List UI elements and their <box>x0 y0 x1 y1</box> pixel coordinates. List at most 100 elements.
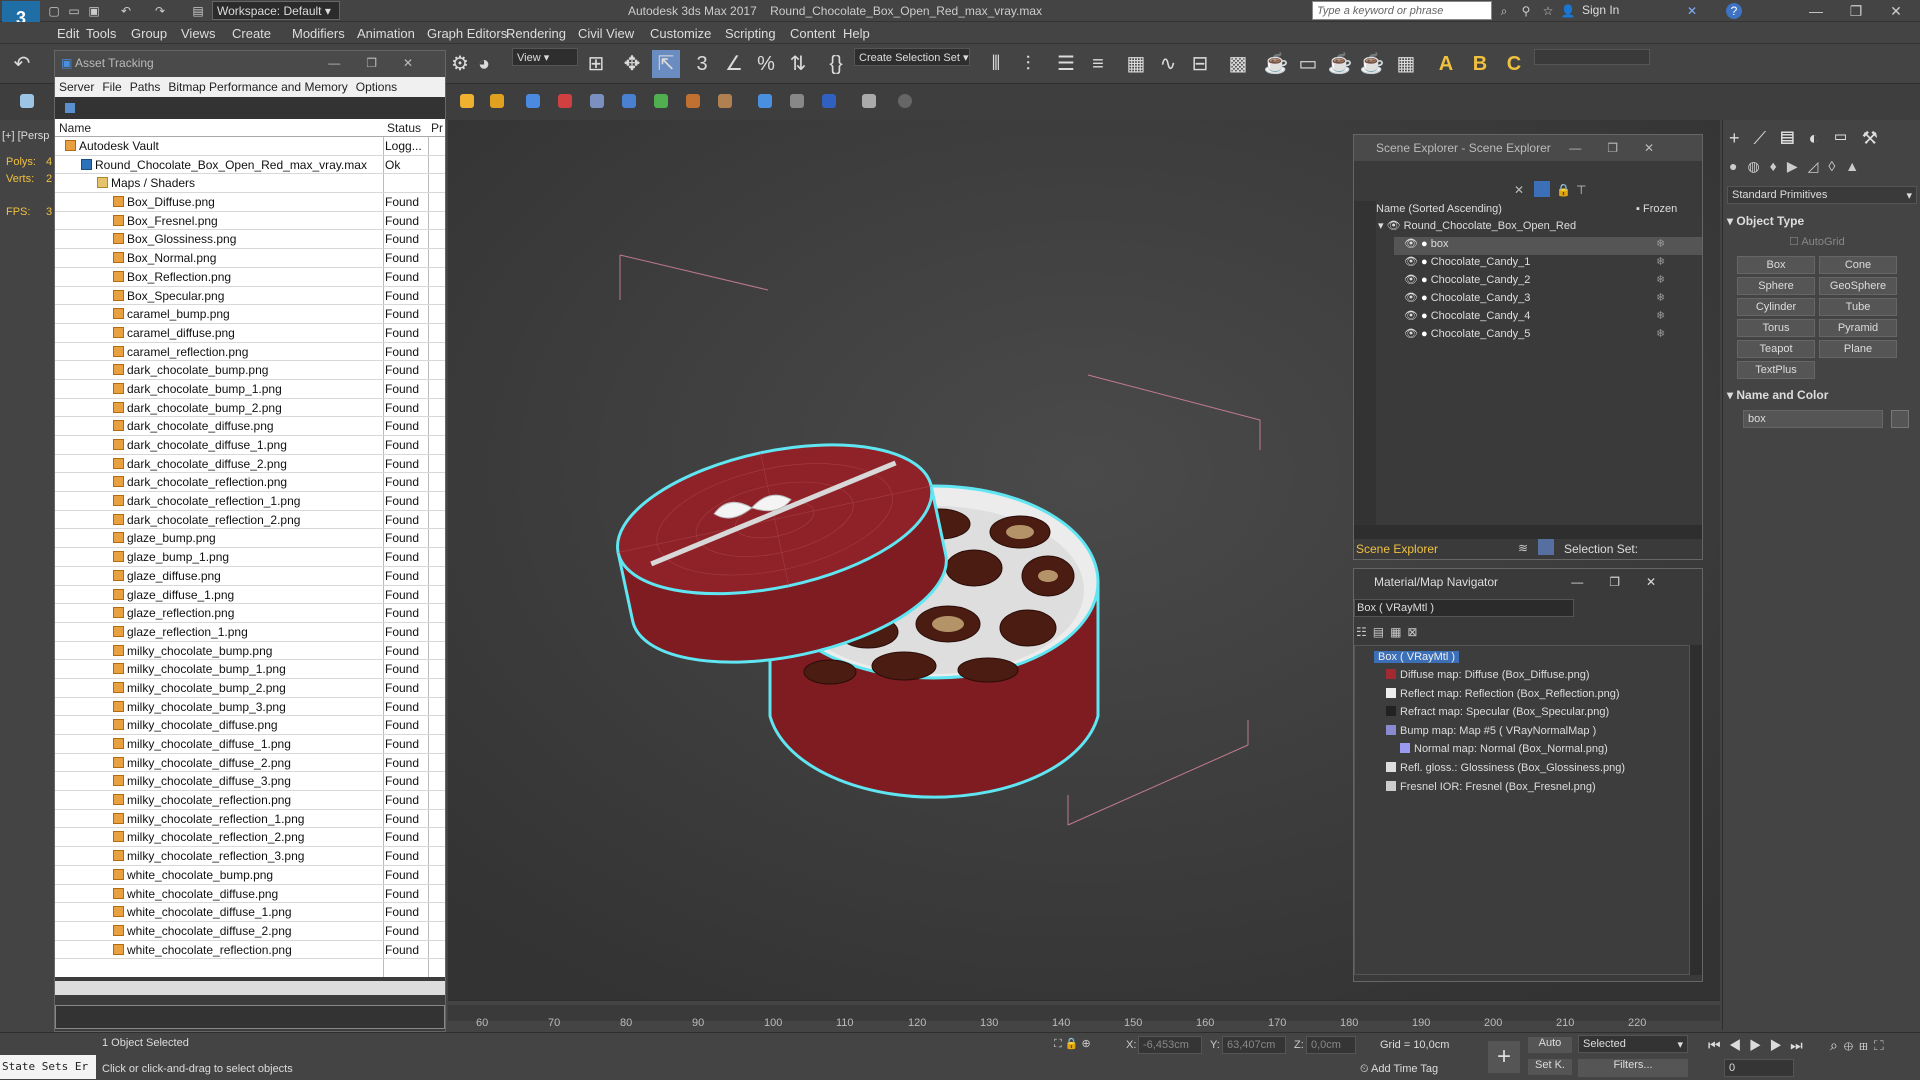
asset-menu-options[interactable]: Options <box>356 80 397 94</box>
asset-row[interactable]: glaze_diffuse_1.png Found <box>55 586 445 605</box>
render-production-icon[interactable]: ☕ <box>1326 50 1354 78</box>
help-icon[interactable]: ? <box>1726 3 1742 19</box>
scene-item-row[interactable]: 👁 ● Chocolate_Candy_2 ❄ <box>1394 273 1702 291</box>
filter-icon[interactable] <box>1534 181 1550 197</box>
freeze-icon[interactable]: ❄ <box>1656 237 1665 250</box>
filters-button[interactable]: Filters... <box>1578 1059 1688 1077</box>
asset-tracking-titlebar[interactable]: ▣ Asset Tracking —❐✕ <box>55 51 445 77</box>
layer-explorer-icon[interactable]: ☰ <box>1052 50 1080 78</box>
asset-row[interactable]: milky_chocolate_reflection.png Found <box>55 791 445 810</box>
open-file-icon[interactable]: ▭ <box>66 3 82 19</box>
toolbar2-icon-9[interactable] <box>718 94 732 108</box>
primitive-torus-button[interactable]: Torus <box>1737 319 1815 337</box>
asset-row[interactable]: dark_chocolate_reflection_2.png Found <box>55 511 445 530</box>
rendered-frame-window-icon[interactable]: ▭ <box>1294 50 1322 78</box>
primitive-textplus-button[interactable]: TextPlus <box>1737 361 1815 379</box>
scene-explorer-window[interactable]: Scene Explorer - Scene Explorer —❐✕ ✕ 🔒 … <box>1353 134 1703 560</box>
light-icon[interactable] <box>460 94 474 108</box>
material-map-item[interactable]: Reflect map: Reflection (Box_Reflection.… <box>1386 687 1620 700</box>
scene-item-row[interactable]: 👁 ● Chocolate_Candy_3 ❄ <box>1394 291 1702 309</box>
asset-window-controls[interactable]: —❐✕ <box>328 56 439 70</box>
current-material-field[interactable]: Box ( VRayMtl ) <box>1354 599 1574 617</box>
material-map-item[interactable]: Refract map: Specular (Box_Specular.png) <box>1386 706 1609 718</box>
material-editor-icon[interactable]: ▩ <box>1224 50 1252 78</box>
material-navigator-titlebar[interactable]: Material/Map Navigator —❐✕ <box>1354 569 1702 595</box>
asset-row[interactable]: white_chocolate_reflection.png Found <box>55 941 445 960</box>
asset-row[interactable]: milky_chocolate_bump_3.png Found <box>55 698 445 717</box>
auto-key-button[interactable]: Auto <box>1528 1037 1572 1053</box>
toolbar2-icon-10[interactable] <box>758 94 772 108</box>
workspace-dropdown[interactable]: Workspace: Default ▾ <box>212 1 340 20</box>
primitive-box-button[interactable]: Box <box>1737 256 1815 274</box>
toolbar2-icon-13[interactable] <box>862 94 876 108</box>
scene-horizontal-scrollbar[interactable] <box>1354 525 1702 539</box>
text-a-icon[interactable]: A <box>1432 50 1460 78</box>
toolbar2-icon-12[interactable] <box>822 94 836 108</box>
scene-item-row[interactable]: 👁 ● box ❄ <box>1394 237 1702 255</box>
ribbon-icon[interactable]: ≡ <box>1084 50 1112 78</box>
asset-row[interactable]: milky_chocolate_reflection_3.png Found <box>55 847 445 866</box>
asset-row[interactable]: dark_chocolate_diffuse.png Found <box>55 417 445 436</box>
key-filter-dropdown[interactable]: Selected ▾ <box>1578 1035 1688 1053</box>
communication-icon[interactable]: ⚲ <box>1518 3 1534 19</box>
toolbar2-icon-4[interactable] <box>558 94 572 108</box>
name-and-color-rollout[interactable]: ▾ Name and Color <box>1727 388 1828 402</box>
material-map-item[interactable]: Refl. gloss.: Glossiness (Box_Glossiness… <box>1386 762 1625 774</box>
asset-menu-paths[interactable]: Paths <box>130 80 161 94</box>
asset-row[interactable]: Box_Reflection.png Found <box>55 268 445 287</box>
named-selection-set-dropdown[interactable]: Create Selection Set ▾ <box>854 48 970 66</box>
col-name[interactable]: Name <box>59 121 91 135</box>
state-sets-field[interactable]: State Sets Er <box>0 1055 96 1079</box>
material-map-navigator-window[interactable]: Material/Map Navigator —❐✕ Box ( VRayMtl… <box>1353 568 1703 982</box>
sun-icon[interactable] <box>490 94 504 108</box>
asset-status-input[interactable] <box>55 1005 445 1029</box>
object-type-rollout[interactable]: ▾ Object Type <box>1727 214 1804 228</box>
menu-scripting[interactable]: Scripting <box>725 26 776 41</box>
text-b-icon[interactable]: B <box>1466 50 1494 78</box>
schematic-view-icon[interactable]: ▦ <box>1122 50 1150 78</box>
asset-row[interactable]: white_chocolate_diffuse_1.png Found <box>55 903 445 922</box>
material-map-item[interactable]: Bump map: Map #5 ( VRayNormalMap ) <box>1386 724 1596 737</box>
curve-editor-icon[interactable]: ∿ <box>1154 50 1182 78</box>
current-frame-field[interactable]: 0 <box>1724 1059 1794 1077</box>
freeze-icon[interactable]: ❄ <box>1656 291 1665 304</box>
menu-views[interactable]: Views <box>181 26 215 41</box>
asset-menu-server[interactable]: Server <box>59 80 94 94</box>
asset-row[interactable]: glaze_diffuse.png Found <box>55 567 445 586</box>
toolbar2-icon-6[interactable] <box>622 94 636 108</box>
layers-icon[interactable]: ≋ <box>1518 541 1528 555</box>
asset-row[interactable]: milky_chocolate_bump.png Found <box>55 642 445 661</box>
percent-snap-icon[interactable]: % <box>752 50 780 78</box>
menu-graph-editors[interactable]: Graph Editors <box>427 26 507 41</box>
select-manipulate-icon[interactable]: ⇱ <box>652 50 680 78</box>
asset-row[interactable]: Maps / Shaders <box>55 174 445 194</box>
material-map-item[interactable]: Fresnel IOR: Fresnel (Box_Fresnel.png) <box>1386 780 1596 793</box>
timeline-track[interactable] <box>448 1005 1720 1021</box>
view-mode-icons[interactable]: ☷▤▦⊠ <box>1356 625 1436 641</box>
toolbar2-icon-7[interactable] <box>654 94 668 108</box>
viewport-label[interactable]: [+] [Persp <box>2 130 49 142</box>
scene-item-row[interactable]: 👁 ● Chocolate_Candy_4 ❄ <box>1394 309 1702 327</box>
eye-icon[interactable]: 👁 <box>1404 310 1421 322</box>
menu-animation[interactable]: Animation <box>357 26 415 41</box>
menu-create[interactable]: Create <box>232 26 271 41</box>
create-category-icons[interactable]: ●◍♦▶◿◊▲ <box>1729 158 1915 180</box>
primitive-tube-button[interactable]: Tube <box>1819 298 1897 316</box>
asset-row[interactable]: glaze_bump_1.png Found <box>55 548 445 567</box>
eye-icon[interactable]: 👁 <box>1404 274 1421 286</box>
material-window-controls[interactable]: —❐✕ <box>1571 575 1682 589</box>
scene-explorer-titlebar[interactable]: Scene Explorer - Scene Explorer —❐✕ <box>1354 135 1702 161</box>
viewport-navigation-icons[interactable]: ⌕⊕⊞⛶ <box>1830 1037 1890 1054</box>
asset-row[interactable]: white_chocolate_diffuse.png Found <box>55 885 445 904</box>
asset-tool-icon-1[interactable] <box>65 103 75 113</box>
material-root-item[interactable]: Box ( VRayMtl ) <box>1374 651 1460 663</box>
spinner-snap-icon[interactable]: ⇅ <box>784 50 812 78</box>
col-pr[interactable]: Pr <box>431 121 443 135</box>
asset-row[interactable]: white_chocolate_diffuse_2.png Found <box>55 922 445 941</box>
favorites-star-icon[interactable]: ☆ <box>1540 3 1556 19</box>
menu-help[interactable]: Help <box>843 26 870 41</box>
save-icon[interactable]: ▣ <box>86 3 102 19</box>
asset-row[interactable]: dark_chocolate_reflection_1.png Found <box>55 492 445 511</box>
asset-row[interactable]: dark_chocolate_diffuse_1.png Found <box>55 436 445 455</box>
render-setup-icon[interactable]: ☕ <box>1262 50 1290 78</box>
